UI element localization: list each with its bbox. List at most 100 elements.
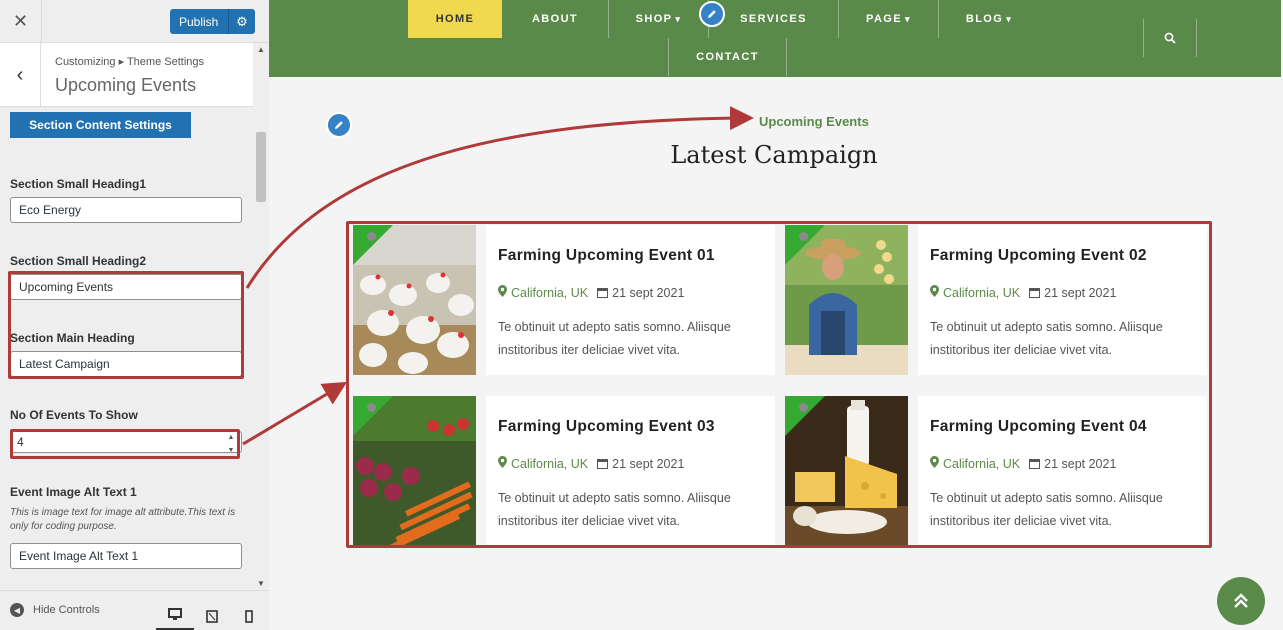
corner-ribbon: [785, 225, 825, 265]
hide-controls-label: Hide Controls: [33, 604, 100, 616]
gear-icon[interactable]: ⚙: [228, 9, 255, 34]
scroll-down-icon[interactable]: ▼: [257, 579, 265, 588]
event-date-wrap: 21 sept 2021: [597, 286, 684, 300]
ribbon-dot: [799, 403, 808, 412]
scrollbar-thumb[interactable]: [256, 132, 266, 202]
map-pin-icon: [498, 285, 507, 300]
event-date: 21 sept 2021: [1044, 456, 1117, 471]
small-heading2-input[interactable]: Upcoming Events: [10, 274, 242, 300]
calendar-icon: [597, 288, 609, 298]
search-button[interactable]: [1143, 19, 1197, 57]
event-date-wrap: 21 sept 2021: [597, 457, 684, 471]
desktop-icon: [168, 608, 182, 620]
nav-about[interactable]: ABOUT: [502, 0, 609, 38]
events-count-label: No Of Events To Show: [10, 408, 138, 422]
nav-shop-label: SHOP: [635, 13, 673, 25]
event-date-wrap: 21 sept 2021: [1029, 286, 1116, 300]
event-card-2[interactable]: Farming Upcoming Event 02 California, UK…: [785, 225, 1207, 375]
nav-blog-label: BLOG: [965, 13, 1004, 25]
small-heading1-label: Section Small Heading1: [10, 177, 147, 191]
site-preview: HOME ABOUT SHOP ▾ SERVICES PAGE ▾ BLOG ▾ CO…: [269, 0, 1283, 630]
pencil-icon: [708, 10, 716, 18]
back-button[interactable]: ‹: [0, 43, 41, 107]
map-pin-icon: [930, 456, 939, 471]
nav-edit-shortcut[interactable]: [699, 1, 725, 27]
ribbon-dot: [367, 403, 376, 412]
event-title[interactable]: Farming Upcoming Event 02: [930, 247, 1147, 265]
small-heading2-label: Section Small Heading2: [10, 254, 147, 268]
event-body: Farming Upcoming Event 03 California, UK…: [486, 396, 775, 546]
event-description: Te obtinuit ut adepto satis somno. Aliis…: [498, 491, 731, 528]
nav-contact[interactable]: CONTACT: [668, 38, 787, 76]
events-count-input[interactable]: 4 ▲ ▼: [10, 431, 242, 454]
scroll-up-icon[interactable]: ▲: [257, 45, 265, 54]
main-heading-input[interactable]: Latest Campaign: [10, 351, 242, 377]
section-small-heading2: Upcoming Events: [759, 114, 869, 129]
device-desktop-button[interactable]: [156, 601, 194, 630]
event-description: Te obtinuit ut adepto satis somno. Aliis…: [498, 320, 731, 357]
nav-home-label: HOME: [435, 13, 475, 25]
section-content-settings-button[interactable]: Section Content Settings: [10, 112, 191, 138]
controls-list: Section Content Settings Section Small H…: [0, 107, 253, 590]
device-tablet-button[interactable]: [193, 601, 231, 630]
event-title[interactable]: Farming Upcoming Event 01: [498, 247, 715, 265]
map-pin-icon: [930, 285, 939, 300]
chevron-down-icon: ▾: [1006, 13, 1013, 24]
event-meta: California, UK 21 sept 2021: [498, 285, 684, 300]
event-title[interactable]: Farming Upcoming Event 04: [930, 418, 1147, 436]
pencil-icon: [335, 121, 343, 129]
alt-text-description: This is image text for image alt attribu…: [10, 507, 236, 532]
event-image-dairy[interactable]: [785, 396, 908, 546]
event-image-farmer[interactable]: [785, 225, 908, 375]
small-heading1-input[interactable]: Eco Energy: [10, 197, 242, 223]
main-navigation: HOME ABOUT SHOP ▾ SERVICES PAGE ▾ BLOG ▾ CO…: [269, 0, 1281, 77]
collapse-icon: ◀: [10, 603, 24, 617]
calendar-icon: [1029, 288, 1041, 298]
close-icon: ✕: [12, 10, 29, 31]
ribbon-dot: [799, 232, 808, 241]
event-title[interactable]: Farming Upcoming Event 03: [498, 418, 715, 436]
card-gap: [908, 396, 918, 546]
corner-ribbon: [353, 396, 393, 436]
corner-ribbon: [353, 225, 393, 265]
event-image-vegetables[interactable]: [353, 396, 476, 546]
panel-title: Upcoming Events: [55, 75, 197, 95]
number-stepper[interactable]: ▲ ▼: [225, 434, 237, 454]
nav-services[interactable]: SERVICES: [709, 0, 839, 38]
nav-blog[interactable]: BLOG ▾: [939, 0, 1039, 38]
ribbon-dot: [367, 232, 376, 241]
nav-services-label: SERVICES: [740, 13, 807, 25]
chevron-down-icon: ▾: [905, 13, 911, 24]
card-gap: [908, 225, 918, 375]
mobile-icon: [245, 609, 253, 623]
nav-shop[interactable]: SHOP ▾: [609, 0, 709, 38]
event-description: Te obtinuit ut adepto satis somno. Aliis…: [930, 491, 1163, 528]
nav-about-label: ABOUT: [531, 13, 579, 25]
hide-controls-button[interactable]: ◀ Hide Controls: [10, 603, 100, 617]
scroll-to-top-button[interactable]: [1217, 577, 1265, 625]
close-customizer-button[interactable]: ✕: [0, 0, 42, 42]
event-image-chickens[interactable]: [353, 225, 476, 375]
nav-page[interactable]: PAGE ▾: [839, 0, 939, 38]
event-location: California, UK: [511, 285, 589, 300]
device-mobile-button[interactable]: [230, 601, 268, 630]
nav-home[interactable]: HOME: [408, 0, 502, 38]
event-body: Farming Upcoming Event 04 California, UK…: [918, 396, 1207, 546]
event-location: California, UK: [943, 456, 1021, 471]
nav-contact-label: CONTACT: [696, 51, 759, 63]
calendar-icon: [1029, 459, 1041, 469]
customizer-footer: ◀ Hide Controls: [0, 590, 269, 630]
event-date: 21 sept 2021: [612, 285, 685, 300]
event-body: Farming Upcoming Event 02 California, UK…: [918, 225, 1207, 375]
customizer-sidebar: ✕ Publish ⚙ ‹ Customizing ▸ Theme Settin…: [0, 0, 269, 630]
event-card-1[interactable]: Farming Upcoming Event 01 California, UK…: [353, 225, 775, 375]
card-gap: [476, 225, 486, 375]
panel-title-area: ‹ Customizing ▸ Theme Settings Upcoming …: [0, 43, 253, 107]
event-card-3[interactable]: Farming Upcoming Event 03 California, UK…: [353, 396, 775, 546]
section-small-heading1: Eco Energy: [685, 114, 753, 129]
alt-text-input[interactable]: Event Image Alt Text 1: [10, 543, 242, 569]
publish-button[interactable]: Publish ⚙: [170, 9, 255, 34]
section-edit-shortcut[interactable]: [326, 112, 352, 138]
event-card-4[interactable]: Farming Upcoming Event 04 California, UK…: [785, 396, 1207, 546]
sidebar-scrollbar[interactable]: ▲ ▼: [253, 43, 269, 590]
